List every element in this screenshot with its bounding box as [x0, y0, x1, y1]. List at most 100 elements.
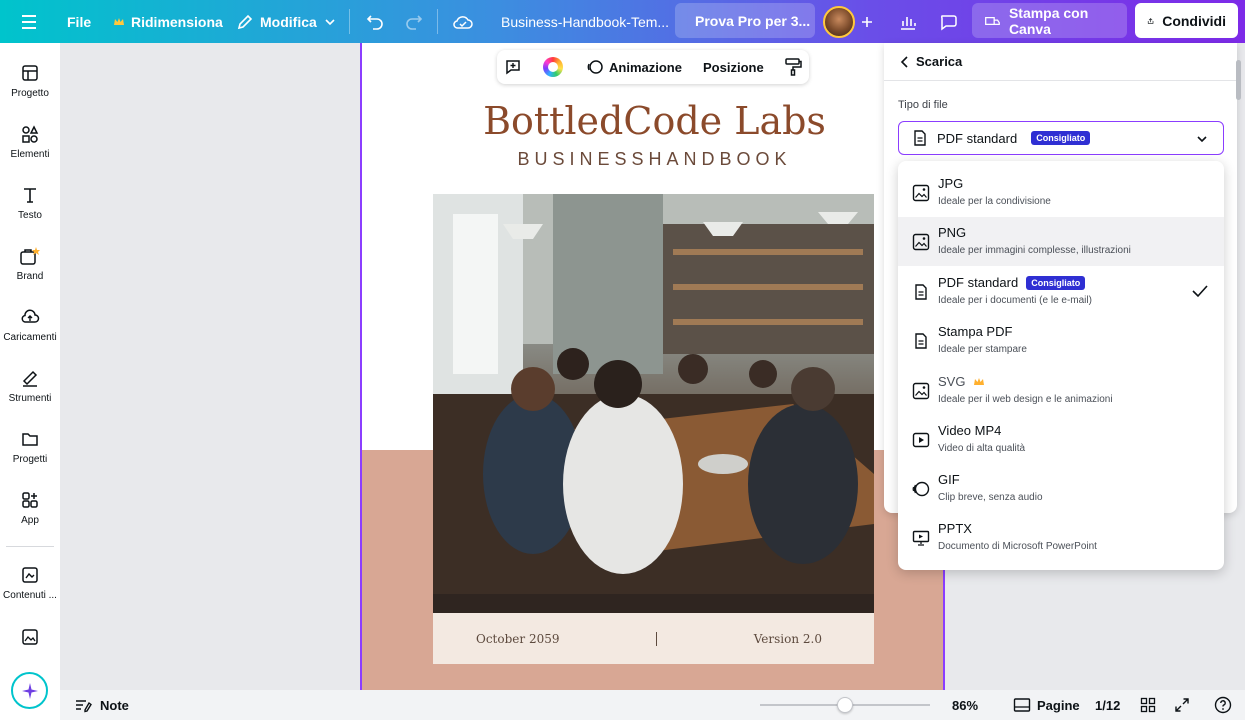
option-name-text: Stampa PDF: [938, 324, 1013, 339]
animation-label: Animazione: [609, 59, 682, 75]
animation-icon: [587, 60, 603, 74]
option-name: SVG: [938, 374, 985, 389]
file-menu[interactable]: File: [67, 0, 91, 43]
option-gif[interactable]: GIF Clip breve, senza audio: [898, 464, 1224, 513]
rail-item-apps[interactable]: App: [0, 490, 60, 526]
video-icon: [912, 432, 930, 448]
copy-style-button[interactable]: [783, 57, 803, 77]
recommended-badge: Consigliato: [1026, 275, 1086, 290]
document-title[interactable]: Business-Handbook-Tem...: [501, 0, 669, 43]
panel-header[interactable]: Scarica: [884, 43, 1237, 81]
option-name: Video MP4: [938, 423, 1001, 438]
add-collaborator-button[interactable]: [860, 0, 874, 43]
checkmark-icon: [1192, 285, 1208, 298]
page-subtitle[interactable]: BUSINESSHANDBOOK: [362, 149, 943, 170]
option-name-text: PNG: [938, 225, 967, 240]
rail-item-draw[interactable]: Strumenti: [0, 368, 60, 404]
rail-label: Brand: [16, 271, 44, 282]
position-button[interactable]: Posizione: [703, 50, 764, 84]
zoom-level-text: 86%: [952, 697, 979, 713]
paint-roller-icon: [785, 58, 802, 76]
option-name: PNG: [938, 225, 966, 240]
zoom-level[interactable]: 86%: [952, 690, 978, 720]
brand-icon: [20, 247, 40, 265]
rail-item-brand[interactable]: Brand: [0, 246, 60, 282]
page-counter-text: 1/12: [1095, 697, 1121, 713]
panel-scrollbar[interactable]: [1236, 60, 1241, 100]
divider: [437, 9, 438, 34]
help-button[interactable]: [1214, 696, 1232, 714]
option-mp4[interactable]: Video MP4 Video di alta qualità: [898, 415, 1224, 464]
cloud-save-button[interactable]: [452, 0, 474, 43]
notes-button[interactable]: Note: [74, 690, 129, 720]
folder-icon: [22, 433, 38, 446]
page-title[interactable]: BottledCode Labs: [362, 99, 943, 143]
try-pro-button[interactable]: Prova Pro per 3...: [675, 3, 815, 38]
rail-label: Elementi: [10, 149, 50, 160]
team-photo[interactable]: [433, 194, 874, 613]
redo-button[interactable]: [404, 0, 424, 43]
option-name-text: PPTX: [938, 521, 972, 536]
option-desc: Ideale per il web design e le animazioni: [938, 394, 1113, 405]
rail-item-images[interactable]: [0, 627, 60, 647]
option-name-text: Video MP4: [938, 423, 1002, 438]
option-png[interactable]: PNG Ideale per immagini complesse, illus…: [898, 217, 1224, 266]
option-desc: Ideale per stampare: [938, 344, 1027, 355]
apps-icon: [22, 492, 38, 508]
bar-chart-icon: [901, 16, 916, 30]
presentation-icon: [912, 530, 930, 546]
add-comment-button[interactable]: [503, 57, 523, 77]
position-label: Posizione: [703, 59, 764, 75]
zoom-slider-thumb[interactable]: [837, 697, 853, 713]
print-with-canva-button[interactable]: Stampa con Canva: [972, 3, 1127, 38]
text-icon: [24, 188, 36, 203]
avatar-image: [823, 5, 855, 38]
rail-item-design[interactable]: Progetto: [0, 63, 60, 99]
rail-label: Progetto: [11, 88, 49, 99]
rail-item-content[interactable]: Contenuti ...: [0, 565, 60, 601]
rail-item-elements[interactable]: Elementi: [0, 124, 60, 160]
design-page[interactable]: BottledCode Labs BUSINESSHANDBOOK Octobe…: [360, 43, 945, 690]
color-picker-button[interactable]: [543, 57, 563, 77]
option-name-text: GIF: [938, 472, 960, 487]
option-pdf-standard[interactable]: PDF standard Consigliato Ideale per i do…: [898, 267, 1224, 316]
comment-icon: [940, 14, 957, 30]
edit-menu[interactable]: Modifica: [236, 0, 337, 43]
share-label: Condividi: [1162, 12, 1226, 29]
footer-version[interactable]: Version 2.0: [754, 632, 822, 646]
comments-button[interactable]: [938, 0, 958, 43]
rail-item-uploads[interactable]: Caricamenti: [0, 307, 60, 343]
share-button[interactable]: Condividi: [1135, 3, 1238, 38]
animation-button[interactable]: Animazione: [586, 50, 682, 84]
grid-view-button[interactable]: [1140, 697, 1156, 713]
expand-icon: [1175, 698, 1189, 712]
option-name: PDF standard Consigliato: [938, 275, 1086, 290]
cloud-check-icon: [453, 15, 473, 29]
option-svg[interactable]: SVG Ideale per il web design e le animaz…: [898, 366, 1224, 415]
magic-assistant-button[interactable]: [11, 672, 48, 709]
content-icon: [22, 567, 38, 583]
menu-button[interactable]: [16, 0, 42, 43]
undo-button[interactable]: [365, 0, 385, 43]
avatar[interactable]: [823, 0, 855, 43]
insights-button[interactable]: [898, 0, 918, 43]
option-print-pdf[interactable]: Stampa PDF Ideale per stampare: [898, 316, 1224, 365]
chevron-left-icon: [900, 55, 908, 68]
pages-button[interactable]: Pagine: [1013, 690, 1080, 720]
footer-date[interactable]: October 2059: [476, 632, 559, 646]
cloud-upload-icon: [21, 309, 40, 323]
meeting-photo-illustration: [433, 194, 874, 613]
rail-item-projects[interactable]: Progetti: [0, 429, 60, 465]
option-jpg[interactable]: JPG Ideale per la condivisione: [898, 168, 1224, 217]
file-type-select[interactable]: PDF standard Consigliato: [898, 121, 1224, 155]
draw-icon: [22, 370, 38, 387]
resize-button[interactable]: Ridimensiona: [113, 0, 223, 43]
document-icon: [915, 333, 927, 349]
rail-item-text[interactable]: Testo: [0, 185, 60, 221]
page-counter[interactable]: 1/12: [1095, 690, 1120, 720]
fullscreen-button[interactable]: [1174, 697, 1190, 713]
option-desc: Ideale per immagini complesse, illustraz…: [938, 245, 1131, 256]
top-bar: File Ridimensiona Modifica Business-Hand…: [0, 0, 1245, 43]
notes-label: Note: [100, 697, 129, 713]
option-pptx[interactable]: PPTX Documento di Microsoft PowerPoint: [898, 513, 1224, 562]
